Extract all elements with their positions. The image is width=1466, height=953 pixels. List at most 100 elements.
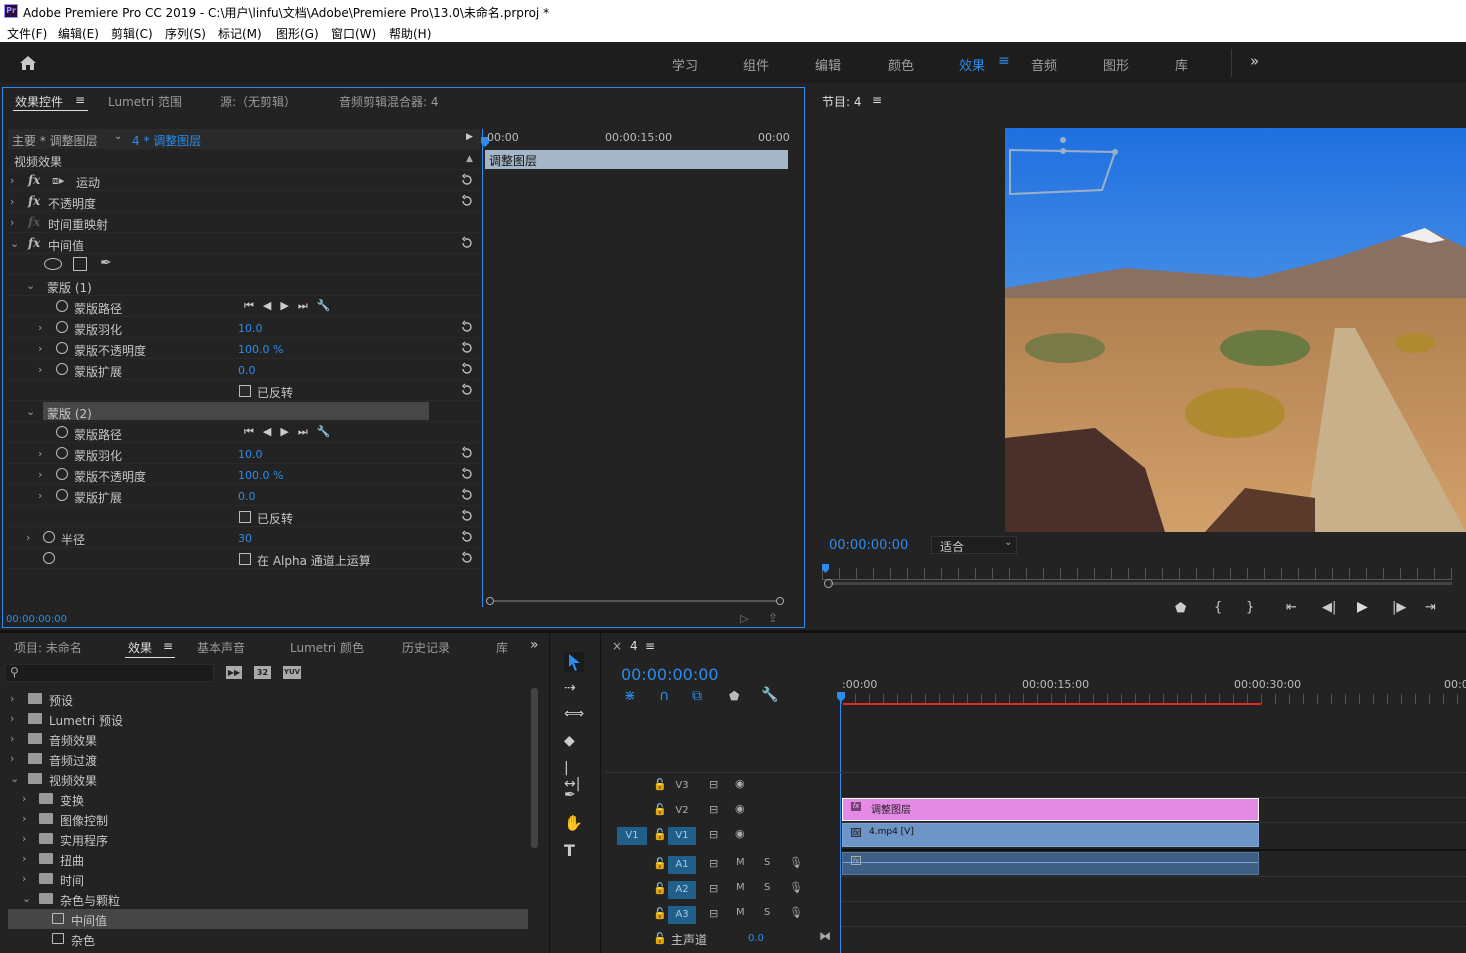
effects-menu-icon[interactable]: ≡ [163,639,173,653]
chevron-down-icon[interactable]: ⌄ [26,405,35,418]
scroll-handle-right[interactable] [776,597,784,605]
fx-icon[interactable]: fx [28,236,40,250]
linked-selection-icon[interactable]: ⧉ [692,688,702,704]
effect-row-opacity[interactable]: › fx 不透明度 [8,192,480,212]
microphone-icon[interactable]: 🎙 [789,906,803,919]
chevron-down-icon[interactable]: ⌄ [114,131,122,142]
chevron-right-icon[interactable]: › [38,363,42,376]
timeline-timecode[interactable]: 00:00:00:00 [621,665,719,684]
lock-icon[interactable]: 🔓 [653,882,667,895]
stopwatch-icon[interactable] [56,342,68,354]
workspace-menu-icon[interactable]: ≡ [998,53,1010,69]
track-target-v2[interactable]: V2 [668,802,696,820]
track-target-a2[interactable]: A2 [668,881,696,899]
menu-file[interactable]: 文件(F) [7,25,47,42]
tree-item-audio-effects[interactable]: › 音频效果 [8,729,528,749]
track-target-v1[interactable]: V1 [668,827,696,845]
tab-lumetri-scopes[interactable]: Lumetri 范围 [108,93,182,110]
inverted-checkbox[interactable] [239,385,251,397]
chevron-right-icon[interactable]: › [38,447,42,460]
program-zoom-track[interactable] [830,582,1452,585]
workspace-effects[interactable]: 效果 [959,55,985,74]
program-menu-icon[interactable]: ≡ [872,93,882,107]
stopwatch-icon[interactable] [43,552,55,564]
lock-icon[interactable]: 🔓 [653,932,667,945]
tree-item-time[interactable]: › 时间 [8,869,528,889]
effect-row-time-remap[interactable]: › fx 时间重映射 [8,213,480,233]
chevron-right-icon[interactable]: › [10,752,14,765]
chevron-right-icon[interactable]: › [22,812,26,825]
chevron-right-icon[interactable]: › [38,468,42,481]
lock-icon[interactable]: 🔓 [653,778,667,791]
menu-sequence[interactable]: 序列(S) [165,25,206,42]
program-title[interactable]: 节目: 4 [822,93,862,110]
workspace-audio[interactable]: 音频 [1031,55,1057,74]
chevron-right-icon[interactable]: › [22,792,26,805]
microphone-icon[interactable]: 🎙 [789,881,803,894]
workspace-graphics[interactable]: 图形 [1103,55,1129,74]
tab-effects[interactable]: 效果 [128,639,152,656]
expansion-value[interactable]: 0.0 [238,364,256,377]
track-target-a3[interactable]: A3 [668,906,696,924]
close-icon[interactable]: × [612,639,622,653]
32bit-effects-icon[interactable]: 32 [254,666,271,679]
reset-icon[interactable] [460,383,474,397]
pen-tool-icon[interactable]: ✒ [564,787,584,807]
mask-track-controls[interactable]: ⏮◀▶⏭🔧 [244,425,339,439]
hand-tool-icon[interactable]: ✋ [564,814,584,834]
nest-toggle-icon[interactable]: ⋇ [624,688,636,704]
fx-icon[interactable]: fx [28,194,40,208]
effect-row-motion[interactable]: › fx ⧈▸ 运动 [8,171,480,191]
program-ruler[interactable] [822,568,1452,580]
sync-lock-icon[interactable]: ⊟ [709,882,718,895]
chevron-down-icon[interactable]: ⌄ [10,237,19,250]
lock-icon[interactable]: 🔓 [653,857,667,870]
sequence-tab[interactable]: 4 [630,639,638,653]
workspace-libraries[interactable]: 库 [1175,55,1188,74]
track-target-a1[interactable]: A1 [668,856,696,874]
chevron-right-icon[interactable]: › [22,832,26,845]
scroll-handle-left[interactable] [486,597,494,605]
reset-icon[interactable] [460,320,474,334]
chevron-right-icon[interactable]: › [10,712,14,725]
home-icon[interactable] [19,55,37,71]
add-marker-icon[interactable]: ⬟ [729,689,739,703]
chevron-right-icon[interactable]: › [38,321,42,334]
chevron-right-icon[interactable]: › [10,216,14,229]
reset-icon[interactable] [460,488,474,502]
tree-item-video-effects[interactable]: ⌄ 视频效果 [8,769,528,789]
chevron-right-icon[interactable]: › [22,852,26,865]
collapse-icon[interactable]: ▲ [466,154,473,164]
yuv-effects-icon[interactable]: YUV [283,666,301,679]
adjustment-layer-clip[interactable]: fx 调整图层 [842,798,1259,821]
menu-help[interactable]: 帮助(H) [389,25,431,42]
stopwatch-icon[interactable] [56,321,68,333]
reset-icon[interactable] [460,467,474,481]
chevron-down-icon[interactable]: ⌄ [22,892,31,905]
reset-icon[interactable] [460,551,474,565]
chevron-down-icon[interactable]: ⌄ [10,772,19,785]
program-zoom-handle[interactable] [824,579,833,588]
sequence-menu-icon[interactable]: ≡ [645,639,655,653]
chevron-right-icon[interactable]: › [10,195,14,208]
tab-libraries[interactable]: 库 [496,639,508,656]
mute-button[interactable]: M [736,857,745,868]
feather-value[interactable]: 10.0 [238,322,263,335]
mute-button[interactable]: M [736,907,745,918]
audio-clip[interactable]: fx [842,852,1259,875]
feather-value[interactable]: 10.0 [238,448,263,461]
type-tool-icon[interactable]: T [564,841,584,861]
slip-tool-icon[interactable]: |↔| [564,760,584,792]
fit-dropdown[interactable]: 适合 ⌄ [931,536,1017,554]
work-area-bar[interactable] [843,703,1261,705]
tree-item-utility[interactable]: › 实用程序 [8,829,528,849]
go-to-out-icon[interactable]: ⇥ [1425,600,1436,615]
menu-graphics[interactable]: 图形(G) [276,25,319,42]
solo-button[interactable]: S [764,857,770,868]
fx-icon[interactable]: fx [28,173,40,187]
snap-icon[interactable]: ∩ [659,688,669,704]
menu-clip[interactable]: 剪辑(C) [111,25,153,42]
ec-playhead[interactable] [482,129,483,607]
reset-icon[interactable] [460,362,474,376]
ec-timecode[interactable]: 00:00:00:00 [6,614,67,625]
